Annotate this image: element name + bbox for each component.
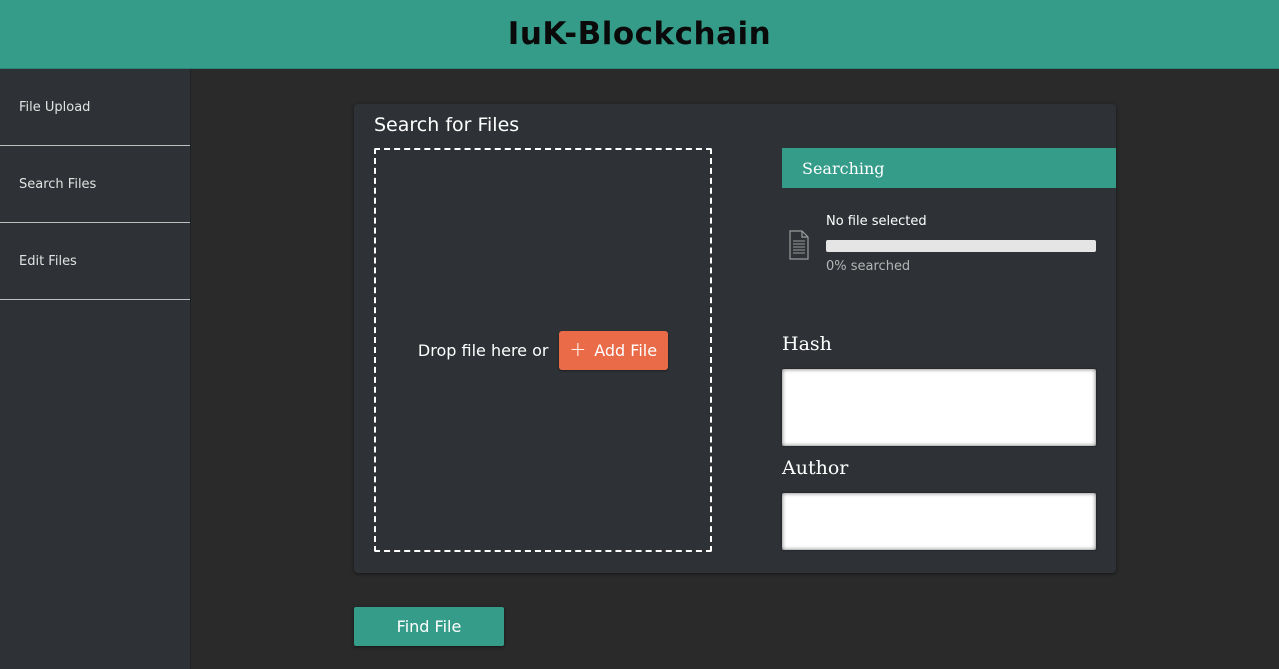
- author-field[interactable]: [782, 493, 1096, 550]
- find-file-button[interactable]: Find File: [354, 607, 504, 646]
- app-header: IuK-Blockchain: [0, 0, 1279, 69]
- author-label: Author: [782, 457, 849, 479]
- status-header-label: Searching: [802, 158, 885, 178]
- document-icon: [789, 230, 809, 260]
- plus-icon: +: [569, 337, 587, 361]
- search-progress-text: 0% searched: [826, 259, 911, 274]
- sidebar-item-edit-files[interactable]: Edit Files: [0, 223, 190, 300]
- sidebar-item-search-files[interactable]: Search Files: [0, 146, 190, 223]
- file-dropzone[interactable]: Drop file here or + Add File: [374, 148, 712, 552]
- sidebar-item-label: Edit Files: [19, 253, 77, 269]
- app-title: IuK-Blockchain: [507, 16, 772, 52]
- sidebar: File Upload Search Files Edit Files: [0, 69, 191, 669]
- search-panel: Search for Files Drop file here or + Add…: [354, 104, 1116, 573]
- file-status-row: No file selected 0% searched: [782, 212, 1116, 282]
- hash-field[interactable]: [782, 369, 1096, 446]
- hash-label: Hash: [782, 333, 832, 355]
- sidebar-item-label: Search Files: [19, 176, 97, 192]
- search-progress-bar: [826, 240, 1096, 252]
- sidebar-item-label: File Upload: [19, 99, 91, 115]
- add-file-label: Add File: [594, 340, 658, 360]
- panel-title: Search for Files: [374, 114, 520, 136]
- dropzone-prompt: Drop file here or: [417, 340, 549, 360]
- selected-file-name: No file selected: [826, 214, 927, 229]
- sidebar-item-file-upload[interactable]: File Upload: [0, 69, 190, 146]
- search-status-header: Searching: [782, 148, 1116, 188]
- add-file-button[interactable]: + Add File: [559, 330, 669, 370]
